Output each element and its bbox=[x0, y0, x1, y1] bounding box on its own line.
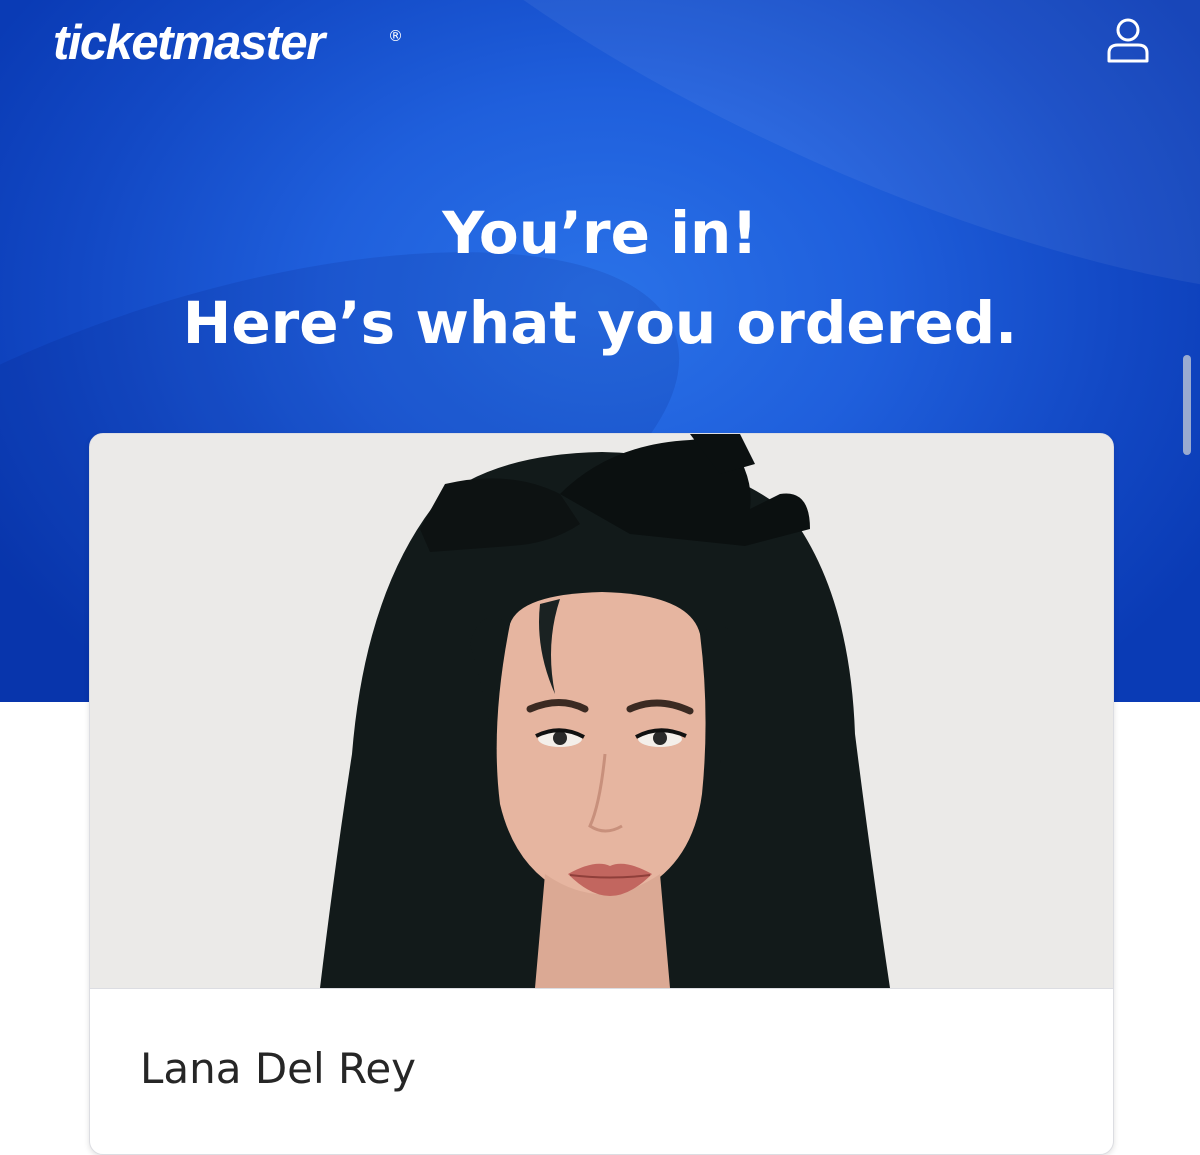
headline-line-1: You’re in! bbox=[442, 199, 758, 267]
account-button[interactable] bbox=[1098, 10, 1158, 70]
order-confirmation-headline: You’re in! Here’s what you ordered. bbox=[0, 188, 1200, 368]
ticketmaster-logo[interactable]: ticketmaster bbox=[53, 14, 325, 72]
registered-mark: ® bbox=[388, 27, 403, 45]
artist-photo bbox=[90, 434, 1113, 988]
headline-line-2: Here’s what you ordered. bbox=[182, 289, 1018, 357]
user-account-icon bbox=[1107, 18, 1149, 63]
order-card: Lana Del Rey bbox=[89, 433, 1114, 1155]
scrollbar-thumb[interactable] bbox=[1183, 355, 1191, 455]
card-divider bbox=[90, 988, 1113, 989]
artist-name: Lana Del Rey bbox=[140, 1044, 417, 1093]
